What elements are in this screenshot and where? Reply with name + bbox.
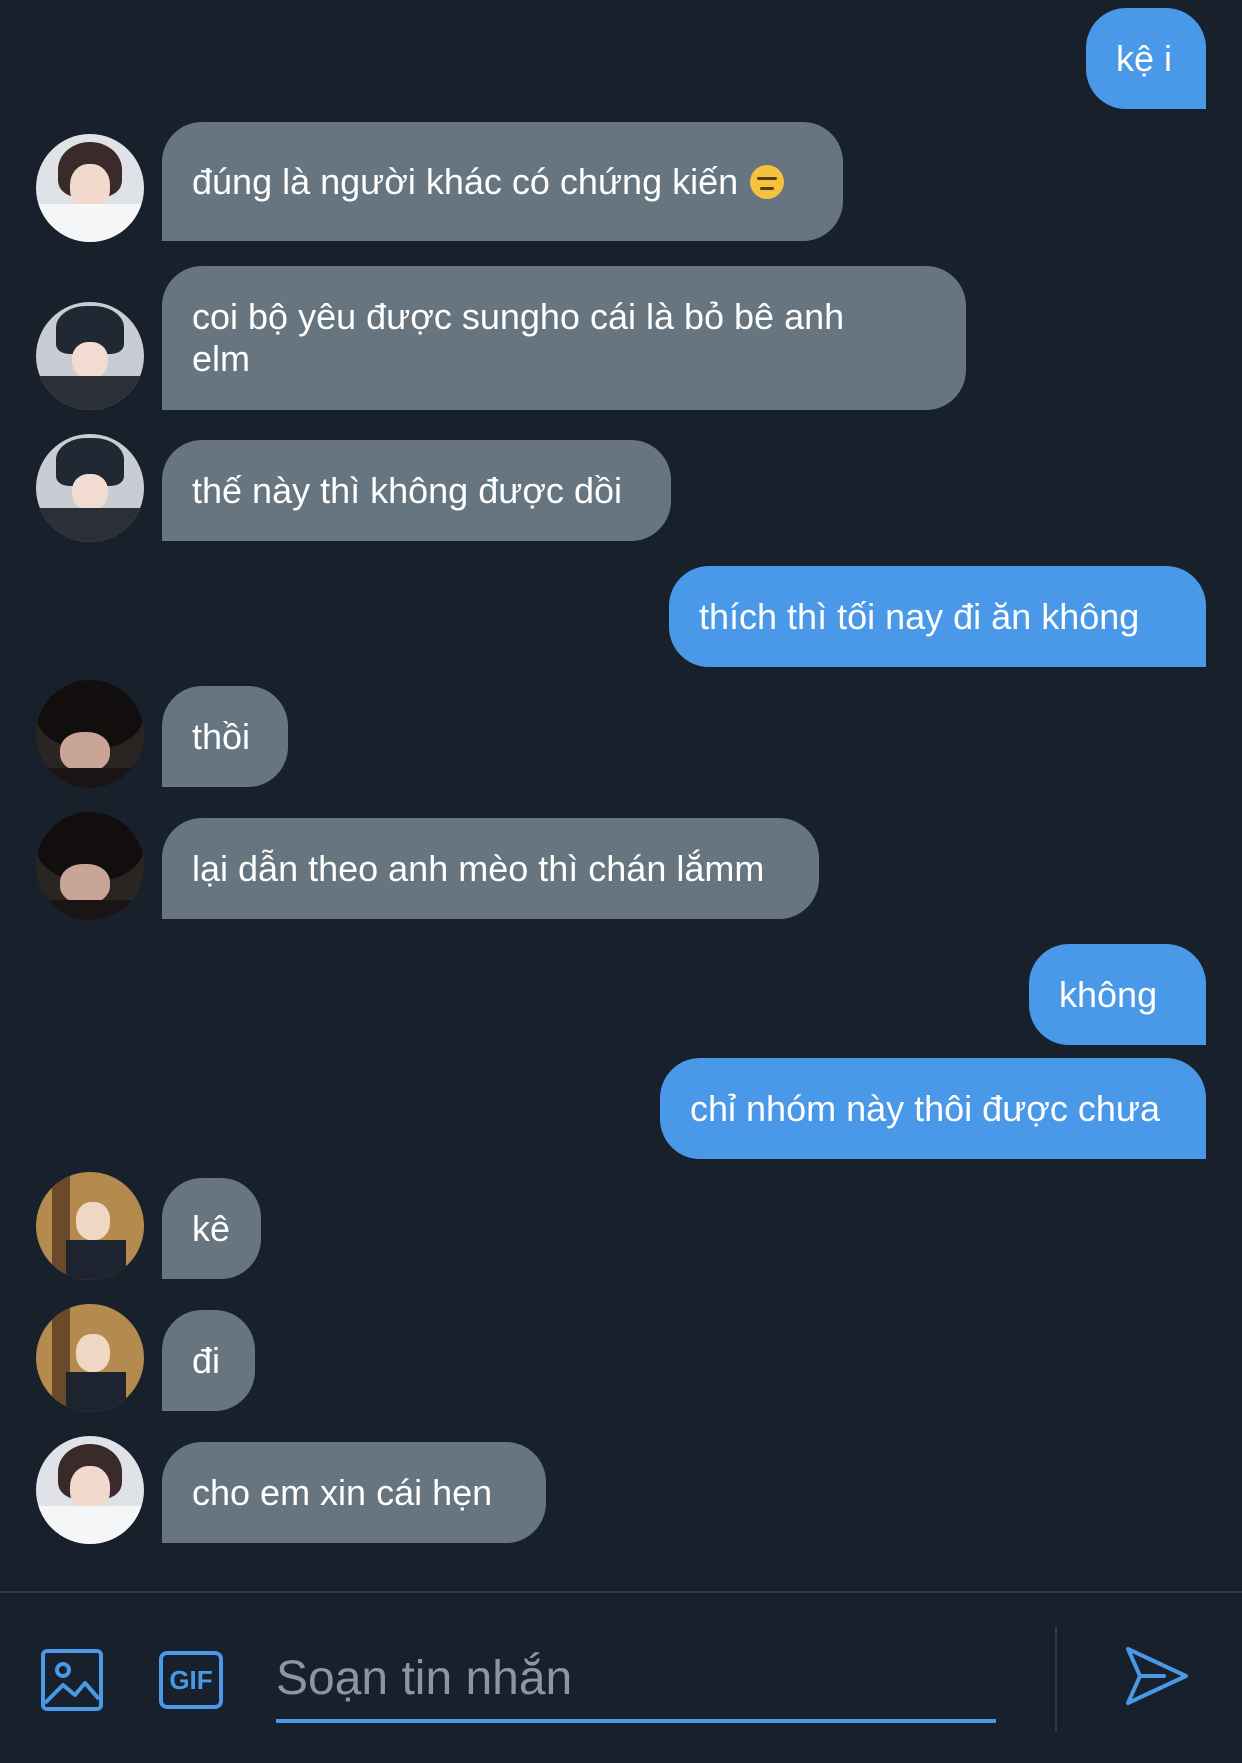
- message-bubble-received[interactable]: thế này thì không được dồi: [162, 440, 671, 541]
- avatar[interactable]: [36, 1304, 144, 1412]
- expressionless-face-emoji: [750, 164, 785, 199]
- message-bubble-received[interactable]: đi: [162, 1310, 255, 1411]
- message-text: thế này thì không được dồi: [192, 469, 622, 511]
- message-bubble-received[interactable]: cho em xin cái hẹn: [162, 1442, 546, 1543]
- send-icon[interactable]: [1124, 1643, 1190, 1709]
- avatar[interactable]: [36, 680, 144, 788]
- message-text: đi: [192, 1339, 221, 1381]
- message-text: thồi: [192, 715, 251, 757]
- message-bubble-received[interactable]: thồi: [162, 686, 288, 787]
- message-text: cho em xin cái hẹn: [192, 1471, 493, 1513]
- message-text: đúng là người khác có chứng kiến: [192, 160, 739, 202]
- message-bubble-sent[interactable]: không: [1029, 944, 1206, 1045]
- message-text: không: [1059, 973, 1158, 1015]
- message-bubble-sent[interactable]: chỉ nhóm này thôi được chưa: [660, 1058, 1206, 1159]
- gif-label: GIF: [169, 1664, 213, 1695]
- conversation-thread: kệ i đúng là người khác có chứng kiến co…: [0, 0, 1242, 1591]
- avatar[interactable]: [36, 1436, 144, 1544]
- message-bubble-received[interactable]: đúng là người khác có chứng kiến: [162, 122, 843, 241]
- divider: [1055, 1627, 1057, 1731]
- message-text: lại dẫn theo anh mèo thì chán lắmm: [192, 847, 765, 889]
- message-text: kê: [192, 1207, 231, 1249]
- message-bubble-sent[interactable]: thích thì tối nay đi ăn không: [669, 566, 1206, 667]
- message-text: thích thì tối nay đi ăn không: [699, 595, 1140, 637]
- message-bubble-received[interactable]: lại dẫn theo anh mèo thì chán lắmm: [162, 818, 819, 919]
- message-input[interactable]: Soạn tin nhắn: [276, 1637, 996, 1723]
- avatar[interactable]: [36, 434, 144, 542]
- avatar[interactable]: [36, 1172, 144, 1280]
- avatar[interactable]: [36, 812, 144, 920]
- message-text: chỉ nhóm này thôi được chưa: [690, 1087, 1161, 1129]
- message-text: coi bộ yêu được sungho cái là bỏ bê anh …: [192, 296, 845, 379]
- message-bubble-received[interactable]: kê: [162, 1178, 261, 1279]
- image-icon[interactable]: [41, 1649, 103, 1711]
- gif-button[interactable]: GIF: [159, 1651, 223, 1709]
- avatar[interactable]: [36, 134, 144, 242]
- message-bubble-sent[interactable]: kệ i: [1086, 8, 1206, 109]
- message-bubble-received[interactable]: coi bộ yêu được sungho cái là bỏ bê anh …: [162, 266, 966, 410]
- message-composer: GIF Soạn tin nhắn: [0, 1591, 1242, 1763]
- message-input-placeholder: Soạn tin nhắn: [276, 1651, 573, 1705]
- message-text: kệ i: [1116, 37, 1173, 79]
- avatar[interactable]: [36, 302, 144, 410]
